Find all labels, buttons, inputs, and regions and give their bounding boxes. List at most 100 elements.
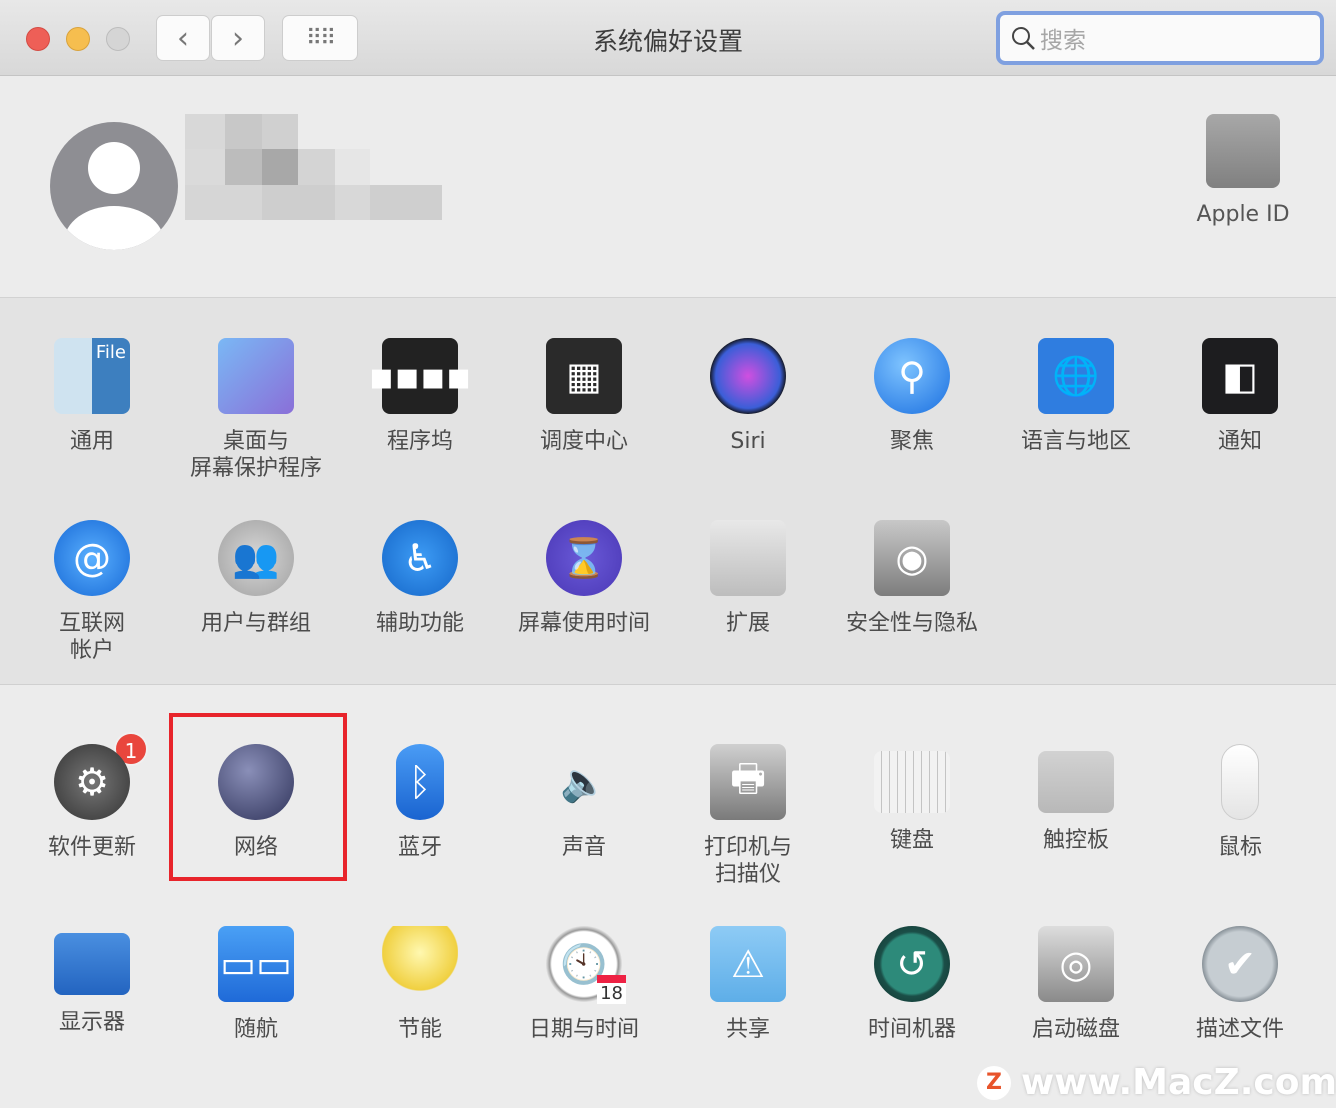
pref-label: 扩展 xyxy=(725,611,770,636)
startup-disk-icon: ◎ xyxy=(1038,926,1114,1002)
pref-label: 共享 xyxy=(725,1017,770,1042)
pref-label: Siri xyxy=(730,429,766,454)
pref-label: 键盘 xyxy=(889,828,934,853)
pref-users[interactable]: 👥 用户与群组 xyxy=(174,520,338,702)
general-icon: File xyxy=(54,338,130,414)
date-time-icon: 🕙 18 xyxy=(546,926,626,1004)
pref-label: 随航 xyxy=(233,1017,278,1042)
accessibility-icon: ♿ xyxy=(382,520,458,596)
pref-notifications[interactable]: ◧ 通知 xyxy=(1158,338,1322,520)
trackpad-icon xyxy=(1038,751,1114,813)
profiles-icon: ✔ xyxy=(1202,926,1278,1002)
pref-accessibility[interactable]: ♿ 辅助功能 xyxy=(338,520,502,702)
pref-label: 通用 xyxy=(69,429,114,454)
pref-softwareupdate[interactable]: 1 ⚙ 软件更新 xyxy=(10,732,174,926)
users-groups-icon: 👥 xyxy=(218,520,294,596)
pref-mouse[interactable]: 鼠标 xyxy=(1158,744,1322,926)
pref-sound[interactable]: 🔈 声音 xyxy=(502,744,666,926)
user-name-redacted xyxy=(185,114,442,220)
search-field[interactable]: 搜索 xyxy=(996,11,1324,65)
displays-icon xyxy=(54,933,130,995)
pref-language[interactable]: 🌐 语言与地区 xyxy=(994,338,1158,520)
pref-extensions[interactable]: 扩展 xyxy=(666,520,830,702)
pref-label: 用户与群组 xyxy=(200,611,311,636)
pref-label: 触控板 xyxy=(1042,828,1109,853)
pref-label: 日期与时间 xyxy=(528,1017,639,1042)
sharing-icon: ⚠ xyxy=(710,926,786,1002)
pref-label: 桌面与 屏幕保护程序 xyxy=(189,429,322,481)
pref-label: 安全性与隐私 xyxy=(845,611,978,636)
pref-label: 启动磁盘 xyxy=(1031,1017,1120,1042)
software-update-icon: ⚙ xyxy=(54,744,130,820)
title-bar: ‹ › ⠿⠿ 系统偏好设置 搜索 xyxy=(0,0,1336,76)
macz-logo-icon: Z xyxy=(977,1065,1011,1100)
pref-label: 软件更新 xyxy=(47,835,136,860)
mission-control-icon: ▦ xyxy=(546,338,622,414)
extensions-icon xyxy=(710,520,786,596)
pref-sharing[interactable]: ⚠ 共享 xyxy=(666,926,830,1108)
pref-spotlight[interactable]: ⚲ 聚焦 xyxy=(830,338,994,520)
search-icon xyxy=(1012,27,1035,50)
search-placeholder: 搜索 xyxy=(1040,28,1086,54)
pref-label: 互联网 帐户 xyxy=(58,611,125,663)
pref-label: 语言与地区 xyxy=(1020,429,1131,454)
account-header: Apple ID xyxy=(0,77,1336,298)
pref-internet[interactable]: @ 互联网 帐户 xyxy=(10,520,174,702)
pref-label: 描述文件 xyxy=(1195,1017,1284,1042)
pref-label: 通知 xyxy=(1217,429,1262,454)
notifications-icon: ◧ xyxy=(1202,338,1278,414)
pref-trackpad[interactable]: 触控板 xyxy=(994,744,1158,926)
pref-datetime[interactable]: 🕙 18 日期与时间 xyxy=(502,926,666,1108)
spotlight-icon: ⚲ xyxy=(874,338,950,414)
pref-label: 时间机器 xyxy=(867,1017,956,1042)
sound-icon: 🔈 xyxy=(560,759,608,804)
pref-sidecar[interactable]: ▭▭ 随航 xyxy=(174,926,338,1108)
sidecar-icon: ▭▭ xyxy=(218,926,294,1002)
language-region-icon: 🌐 xyxy=(1038,338,1114,414)
pref-label: 打印机与 扫描仪 xyxy=(703,835,792,887)
pref-bluetooth[interactable]: ᛒ 蓝牙 xyxy=(338,744,502,926)
time-machine-icon: ↺ xyxy=(874,926,950,1002)
pref-mission[interactable]: ▦ 调度中心 xyxy=(502,338,666,520)
desktop-screensaver-icon xyxy=(218,338,294,414)
pref-desktop[interactable]: 桌面与 屏幕保护程序 xyxy=(174,338,338,520)
pref-label: 显示器 xyxy=(58,1010,125,1035)
apple-id-label: Apple ID xyxy=(1196,202,1290,227)
pref-label: 声音 xyxy=(561,835,606,860)
pref-label: 屏幕使用时间 xyxy=(517,611,650,636)
pref-energy[interactable]: 节能 xyxy=(338,926,502,1108)
pref-siri[interactable]: Siri xyxy=(666,338,830,520)
pref-displays[interactable]: 显示器 xyxy=(10,926,174,1108)
pref-label: 程序坞 xyxy=(386,429,453,454)
pref-label: 聚焦 xyxy=(889,429,934,454)
watermark-text: www.MacZ.com xyxy=(1021,1062,1336,1103)
user-silhouette-icon xyxy=(64,142,164,250)
preferences-section-1: File 通用 桌面与 屏幕保护程序 ▪▪▪▪ 程序坞 ▦ 调度中心 Siri ⚲ 聚焦 🌐 语言与地… xyxy=(0,298,1336,685)
screen-time-icon: ⌛ xyxy=(546,520,622,596)
energy-saver-icon xyxy=(382,926,458,1002)
dock-icon: ▪▪▪▪ xyxy=(369,338,472,414)
apple-id-button[interactable]: Apple ID xyxy=(1185,114,1301,227)
pref-printers[interactable]: 🖶 打印机与 扫描仪 xyxy=(666,744,830,926)
pref-timemachine[interactable]: ↺ 时间机器 xyxy=(830,926,994,1108)
user-avatar[interactable] xyxy=(50,122,178,250)
bluetooth-icon: ᛒ xyxy=(396,744,444,820)
pref-screentime[interactable]: ⌛ 屏幕使用时间 xyxy=(502,520,666,702)
pref-keyboard[interactable]: 键盘 xyxy=(830,744,994,926)
pref-dock[interactable]: ▪▪▪▪ 程序坞 xyxy=(338,338,502,520)
pref-general[interactable]: File 通用 xyxy=(10,338,174,520)
internet-accounts-icon: @ xyxy=(54,520,130,596)
siri-icon xyxy=(710,338,786,414)
pref-label: 鼠标 xyxy=(1217,835,1262,860)
pref-label: 调度中心 xyxy=(539,429,628,454)
apple-logo-icon xyxy=(1206,114,1280,188)
printers-scanners-icon: 🖶 xyxy=(710,744,786,820)
security-privacy-icon: ◉ xyxy=(874,520,950,596)
calendar-day: 18 xyxy=(597,975,626,1004)
pref-label: 辅助功能 xyxy=(375,611,464,636)
pref-label: 蓝牙 xyxy=(397,835,442,860)
highlight-box xyxy=(169,713,347,881)
mouse-icon xyxy=(1221,744,1259,820)
keyboard-icon xyxy=(874,751,950,813)
pref-security[interactable]: ◉ 安全性与隐私 xyxy=(830,520,994,702)
